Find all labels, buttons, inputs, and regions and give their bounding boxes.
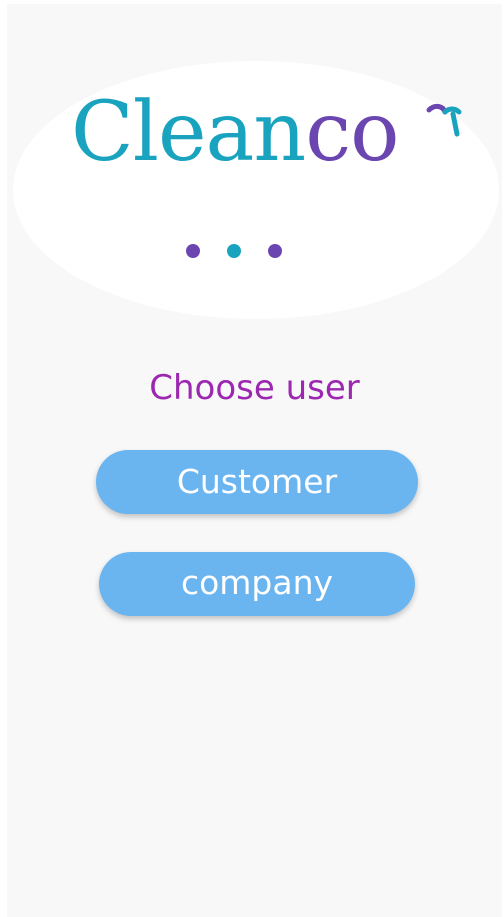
loading-dots [186,244,282,260]
dot-1 [186,244,200,258]
choose-user-heading: Choose user [149,368,360,408]
logo-text-primary: Clean [71,85,306,180]
company-button-label: company [180,563,334,602]
leaf-sprout-icon [426,103,462,137]
customer-button[interactable]: Customer [96,450,418,514]
dot-2 [227,244,241,258]
app-screen: Cleanco Choose user Customer company [7,4,502,917]
dot-3 [268,244,282,258]
logo-text-secondary: co [305,85,399,180]
company-button[interactable]: company [99,552,415,616]
app-logo: Cleanco [71,92,400,174]
customer-button-label: Customer [176,462,338,501]
